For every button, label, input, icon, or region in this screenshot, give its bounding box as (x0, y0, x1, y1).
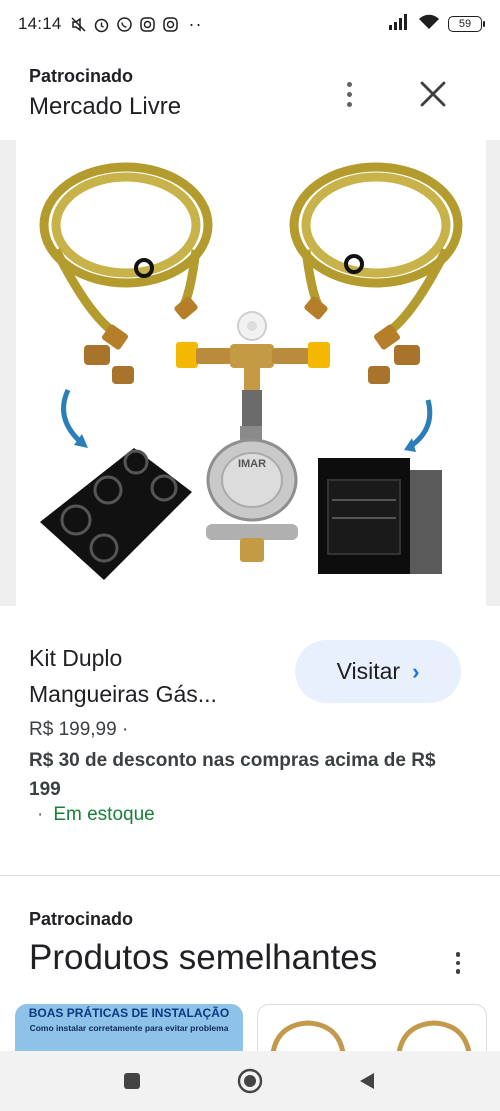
wifi-icon (418, 14, 440, 35)
instagram-icon (139, 16, 156, 33)
image-gutter-left (0, 140, 16, 606)
merchant-name[interactable]: Mercado Livre (29, 93, 181, 121)
regulator-brand: IMAR (238, 458, 266, 470)
discount-text: R$ 30 de desconto nas compras acima de R… (29, 750, 436, 800)
close-icon[interactable] (415, 76, 451, 112)
recents-icon[interactable] (119, 1068, 145, 1094)
visit-button[interactable]: Visitar › (295, 640, 461, 703)
alarm-icon (93, 16, 110, 33)
product-title-line1: Kit Duplo (29, 645, 123, 671)
visit-button-label: Visitar (336, 658, 401, 684)
signal-icon (388, 13, 410, 35)
home-icon[interactable] (237, 1068, 263, 1094)
system-nav-bar (0, 1051, 500, 1111)
stock-label: Em estoque (53, 804, 155, 825)
product-title[interactable]: Kit Duplo Mangueiras Gás... (29, 640, 279, 712)
chevron-right-icon: › (412, 658, 420, 684)
battery-icon: 59 (448, 16, 485, 32)
card-heading: BOAS PRÁTICAS DE INSTALAÇÃO (28, 1006, 230, 1020)
ad-header: Patrocinado Mercado Livre (0, 50, 500, 138)
whatsapp-icon (116, 16, 133, 33)
product-title-line2: Mangueiras Gás... (29, 681, 217, 707)
mute-icon (70, 16, 87, 33)
similar-more-options-icon[interactable] (446, 948, 470, 978)
back-icon[interactable] (354, 1068, 380, 1094)
card-subheading: Como instalar corretamente para evitar p… (29, 1023, 229, 1033)
sponsored-label: Patrocinado (29, 66, 134, 86)
status-bar: 14:14 ·· 59 (0, 0, 500, 48)
image-gutter-right (486, 140, 500, 606)
product-price: R$ 199,99 · (29, 719, 129, 740)
more-options-icon[interactable] (337, 78, 361, 110)
stock-separator: · (37, 804, 44, 825)
instagram-icon (162, 16, 179, 33)
similar-products-title: Produtos semelhantes (29, 938, 378, 977)
product-image[interactable]: IMAR (16, 140, 486, 606)
similar-sponsored-label: Patrocinado (29, 909, 134, 929)
section-divider (0, 875, 500, 876)
status-notification-icons: ·· (70, 14, 203, 35)
stock-status: · Em estoque (37, 804, 155, 826)
status-time: 14:14 (18, 14, 62, 33)
more-dots-icon: ·· (188, 13, 203, 34)
